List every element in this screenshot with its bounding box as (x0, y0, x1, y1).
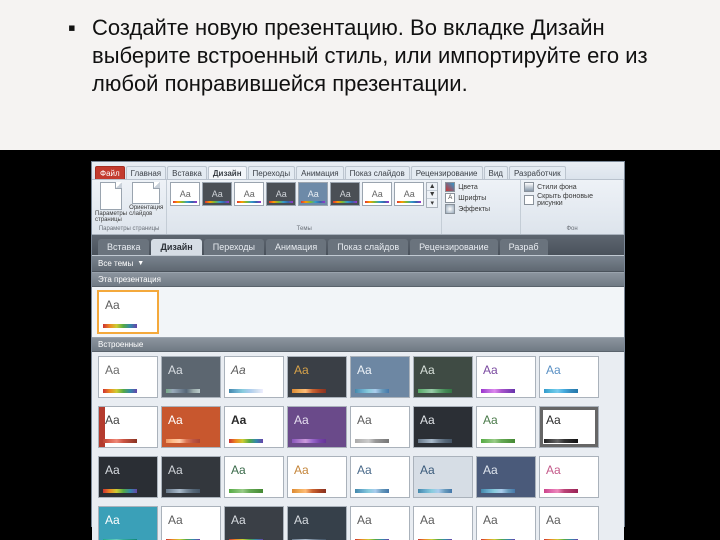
theme-thumb[interactable]: Aa (330, 182, 360, 206)
ribbon-body: Параметры страницы Ориентация слайдов Па… (92, 180, 624, 235)
theme-cell[interactable]: Aa (224, 356, 284, 398)
tab-developer[interactable]: Разработчик (509, 166, 566, 179)
tab-view[interactable]: Вид (484, 166, 508, 179)
tab-file[interactable]: Файл (95, 166, 125, 179)
page-setup-icon[interactable] (100, 182, 122, 210)
bg-caption: Фон (524, 226, 620, 232)
theme-cell[interactable]: Aa (350, 456, 410, 498)
hide-bg-checkbox[interactable]: Скрыть фоновые рисунки (524, 193, 620, 207)
theme-cell[interactable]: Aa (476, 506, 536, 540)
theme-cell-current[interactable]: Aa (98, 291, 158, 333)
bullet-text: Создайте новую презентацию. Во вкладке Д… (92, 14, 668, 98)
theme-cell[interactable]: Aa (350, 406, 410, 448)
tab-animation[interactable]: Анимация (296, 166, 344, 179)
all-themes-dropdown[interactable]: Все темы▼ (92, 256, 624, 272)
subtab-transitions[interactable]: Переходы (204, 239, 264, 255)
bullet-marker: ▪ (68, 14, 92, 98)
theme-row: AaAaAaAaAaAaAaAa (92, 452, 624, 502)
theme-cell[interactable]: Aa (476, 406, 536, 448)
theme-cell[interactable]: Aa (476, 456, 536, 498)
subtab-slideshow[interactable]: Показ слайдов (328, 239, 408, 255)
slide: ▪ Создайте новую презентацию. Во вкладке… (0, 0, 720, 540)
bg-styles-button[interactable]: Стили фона (524, 182, 620, 192)
subtab-insert[interactable]: Вставка (98, 239, 149, 255)
theme-cell[interactable]: Aa (224, 456, 284, 498)
tab-design[interactable]: Дизайн (208, 166, 247, 179)
subtab-animation[interactable]: Анимация (266, 239, 326, 255)
theme-cell[interactable]: Aa (413, 356, 473, 398)
theme-cell[interactable]: Aa (539, 456, 599, 498)
theme-thumb[interactable]: Aa (170, 182, 200, 206)
theme-cell[interactable]: Aa (161, 506, 221, 540)
subtab-develop[interactable]: Разраб (500, 239, 548, 255)
theme-cell[interactable]: Aa (224, 406, 284, 448)
theme-row-current: Aa (92, 287, 624, 337)
themes-group-caption: Темы (170, 226, 438, 232)
group-themes: Aa Aa Aa Aa Aa Aa Aa Aa ▲ ▼ ▾ Темы (167, 180, 442, 234)
subtab-review[interactable]: Рецензирование (410, 239, 498, 255)
theme-cell[interactable]: Aa (98, 456, 158, 498)
theme-cell[interactable]: Aa (98, 356, 158, 398)
theme-cell[interactable]: Aa (287, 456, 347, 498)
tab-home[interactable]: Главная (126, 166, 166, 179)
theme-cell[interactable]: Aa (224, 506, 284, 540)
theme-cell[interactable]: Aa (161, 356, 221, 398)
theme-cell[interactable]: Aa (161, 456, 221, 498)
theme-cell[interactable]: Aa (287, 356, 347, 398)
theme-thumb[interactable]: Aa (362, 182, 392, 206)
effects-button[interactable]: Эффекты (445, 204, 517, 214)
page-group-caption: Параметры страницы (95, 226, 163, 232)
theme-thumb[interactable]: Aa (298, 182, 328, 206)
theme-cell[interactable]: Aa (350, 356, 410, 398)
theme-cell[interactable]: Aa (476, 356, 536, 398)
subtab-design[interactable]: Дизайн (151, 239, 201, 255)
theme-cell[interactable]: Aa (98, 506, 158, 540)
tab-insert[interactable]: Вставка (167, 166, 207, 179)
theme-cell[interactable]: Aa (413, 456, 473, 498)
theme-row: AaAaAaAaAaAaAaAa (92, 352, 624, 402)
theme-cell[interactable]: Aa (287, 506, 347, 540)
theme-row: AaAaAaAaAaAaAaAa (92, 502, 624, 540)
orientation-label: Ориентация слайдов (129, 205, 163, 217)
secondary-tabstrip: Вставка Дизайн Переходы Анимация Показ с… (92, 235, 624, 255)
orientation-icon[interactable] (132, 182, 160, 204)
bullet-item: ▪ Создайте новую презентацию. Во вкладке… (68, 14, 668, 98)
theme-cell[interactable]: Aa (350, 506, 410, 540)
chevron-down-icon: ▼ (137, 260, 144, 267)
theme-cell[interactable]: Aa (539, 506, 599, 540)
section-built-in: Встроенные (92, 337, 624, 352)
group-background: Стили фона Скрыть фоновые рисунки Фон (521, 180, 624, 234)
colors-button[interactable]: Цвета (445, 182, 517, 192)
tab-transitions[interactable]: Переходы (248, 166, 296, 179)
theme-thumb[interactable]: Aa (394, 182, 424, 206)
theme-row: AaAaAaAaAaAaAaAa (92, 402, 624, 452)
theme-thumb[interactable]: Aa (234, 182, 264, 206)
fonts-button[interactable]: AШрифты (445, 193, 517, 203)
theme-cell[interactable]: Aa (161, 406, 221, 448)
group-page-setup: Параметры страницы Ориентация слайдов Па… (92, 180, 167, 234)
theme-thumb[interactable]: Aa (266, 182, 296, 206)
tab-review[interactable]: Рецензирование (411, 166, 483, 179)
themes-gallery-panel: Все темы▼ Эта презентация Aa Встроенные … (92, 255, 624, 540)
theme-cell[interactable]: Aa (413, 506, 473, 540)
page-setup-label: Параметры страницы (95, 211, 127, 223)
group-theme-variants: Цвета AШрифты Эффекты Темы (442, 180, 521, 234)
theme-grid: AaAaAaAaAaAaAaAaAaAaAaAaAaAaAaAaAaAaAaAa… (92, 352, 624, 540)
theme-cell[interactable]: Aa (287, 406, 347, 448)
theme-thumb[interactable]: Aa (202, 182, 232, 206)
theme-cell[interactable]: Aa (539, 356, 599, 398)
section-this-presentation: Эта презентация (92, 272, 624, 287)
ribbon-tabstrip: Файл Главная Вставка Дизайн Переходы Ани… (92, 162, 624, 180)
themes-more-button[interactable]: ▲ ▼ ▾ (426, 182, 438, 208)
theme-cell[interactable]: Aa (413, 406, 473, 448)
tab-slideshow[interactable]: Показ слайдов (345, 166, 410, 179)
powerpoint-window: Файл Главная Вставка Дизайн Переходы Ани… (91, 161, 625, 527)
theme-cell[interactable]: Aa (98, 406, 158, 448)
theme-cell[interactable]: Aa (539, 406, 599, 448)
